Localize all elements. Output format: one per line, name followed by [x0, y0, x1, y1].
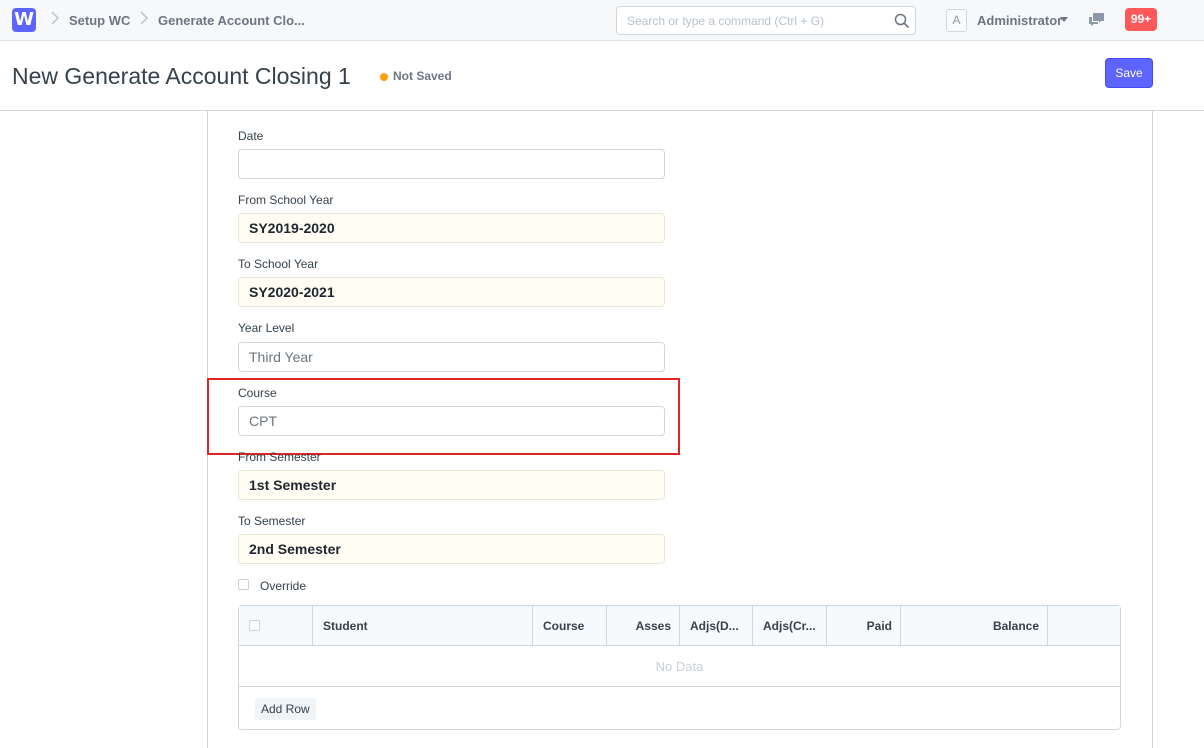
column-header-course: Course — [533, 606, 607, 646]
from-semester-label: From Semester — [238, 450, 321, 464]
students-table: Student Course Asses Adjs(D... Adjs(Cr..… — [238, 605, 1121, 730]
user-menu-label[interactable]: Administrator — [977, 13, 1062, 28]
page-head: New Generate Account Closing 1 Not Saved… — [0, 41, 1204, 111]
course-highlight-box — [207, 378, 680, 455]
year-level-label: Year Level — [238, 321, 295, 335]
status-indicator-dot — [380, 73, 388, 81]
select-all-cell — [239, 606, 313, 646]
to-school-year-field[interactable] — [238, 277, 665, 307]
date-field[interactable] — [238, 149, 665, 179]
avatar[interactable]: A — [946, 9, 967, 32]
chevron-right-icon — [139, 11, 149, 25]
notification-badge[interactable]: 99+ — [1125, 8, 1157, 31]
breadcrumb-setup-wc[interactable]: Setup WC — [69, 13, 130, 28]
from-school-year-field[interactable] — [238, 213, 665, 243]
column-header-actions — [1048, 606, 1120, 646]
search-box — [616, 6, 916, 35]
override-label: Override — [260, 579, 307, 593]
chevron-down-icon[interactable] — [1060, 17, 1068, 22]
date-label: Date — [238, 129, 264, 143]
breadcrumb-generate-account-closing[interactable]: Generate Account Clo... — [158, 13, 305, 28]
column-header-paid: Paid — [827, 606, 901, 646]
to-semester-label: To Semester — [238, 514, 306, 528]
column-header-adjs-debit: Adjs(D... — [680, 606, 753, 646]
to-school-year-label: To School Year — [238, 257, 319, 271]
status-text: Not Saved — [393, 69, 452, 83]
column-header-student: Student — [313, 606, 533, 646]
page-title: New Generate Account Closing 1 — [12, 63, 351, 89]
column-header-asses: Asses — [607, 606, 680, 646]
empty-table-message: No Data — [239, 647, 1120, 687]
chat-icon[interactable] — [1088, 12, 1106, 28]
column-header-adjs-credit: Adjs(Cr... — [753, 606, 827, 646]
search-input[interactable] — [627, 7, 887, 34]
from-semester-field[interactable] — [238, 470, 665, 500]
year-level-field[interactable] — [238, 342, 665, 372]
select-all-checkbox[interactable] — [249, 620, 260, 631]
chevron-right-icon — [50, 11, 60, 25]
search-icon[interactable] — [893, 12, 911, 30]
table-header: Student Course Asses Adjs(D... Adjs(Cr..… — [239, 606, 1120, 646]
from-school-year-label: From School Year — [238, 193, 334, 207]
override-checkbox[interactable] — [238, 579, 249, 590]
to-semester-field[interactable] — [238, 534, 665, 564]
save-button[interactable]: Save — [1105, 58, 1153, 88]
add-row-button[interactable]: Add Row — [255, 698, 316, 720]
column-header-balance: Balance — [901, 606, 1048, 646]
navbar: W Setup WC Generate Account Clo... A Adm… — [0, 0, 1204, 41]
app-logo[interactable]: W — [12, 8, 36, 32]
